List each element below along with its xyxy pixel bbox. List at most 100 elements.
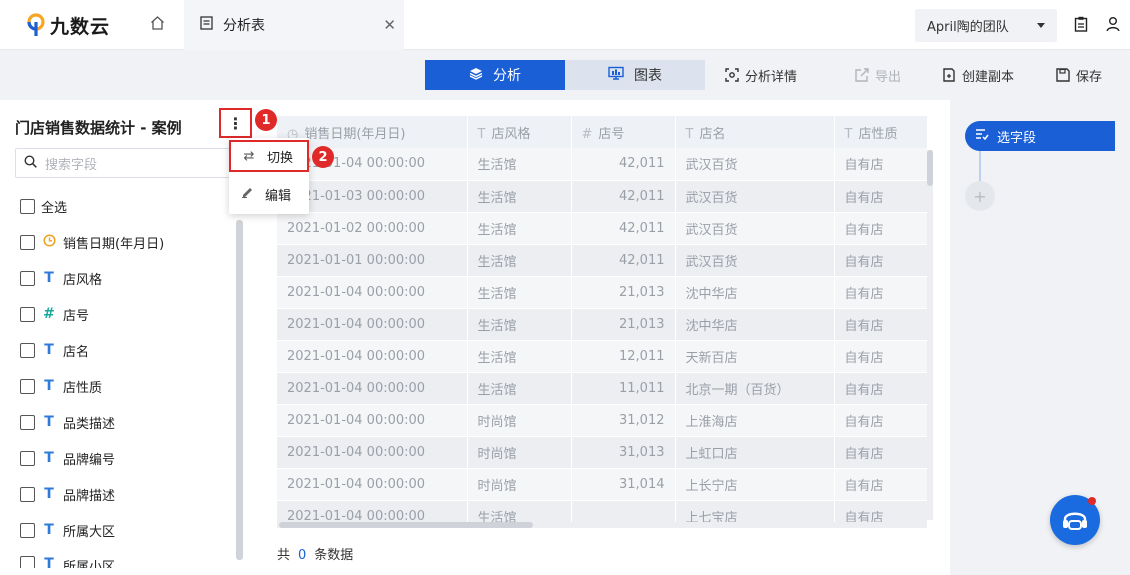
more-options-button[interactable]: ⋮	[219, 108, 252, 138]
table-cell: 天新百店	[675, 340, 835, 373]
field-label: 销售日期(年月日)	[63, 236, 165, 252]
tab-analysis-table[interactable]: 分析表 ✕	[184, 0, 404, 50]
checkbox[interactable]	[20, 522, 35, 538]
checkbox[interactable]	[20, 414, 35, 430]
save-button[interactable]: 保存	[1056, 60, 1102, 90]
table-cell: 自有店	[834, 276, 927, 309]
pencil-icon	[239, 186, 255, 202]
vertical-ellipsis-icon: ⋮	[227, 113, 244, 133]
toolbar: 分析 图表 分析详情 导出 创建副本 保存	[0, 50, 1130, 100]
field-item[interactable]: T 所属小区	[20, 548, 240, 568]
field-item[interactable]: T 品牌编号	[20, 440, 240, 476]
field-item[interactable]: T 所属大区	[20, 512, 240, 548]
home-icon	[150, 16, 165, 34]
table-cell: 沈中华店	[675, 308, 835, 341]
table-cell: 42,011	[571, 148, 676, 181]
table-cell: 31,014	[571, 468, 676, 501]
checkbox[interactable]	[20, 450, 35, 466]
table-cell: 2021-01-04 00:00:00	[277, 372, 468, 405]
table-vertical-scrollbar[interactable]	[927, 150, 933, 520]
document-icon	[200, 16, 213, 34]
text-type-icon: T	[44, 486, 54, 502]
menu-item-label: 切换	[267, 150, 294, 166]
column-header[interactable]: # 店号	[571, 116, 676, 148]
table-cell: 42,011	[571, 212, 676, 245]
clipboard-icon[interactable]	[1074, 16, 1090, 32]
field-item[interactable]: T 品类描述	[20, 404, 240, 440]
field-list-scrollbar[interactable]	[236, 220, 243, 560]
checkbox[interactable]	[20, 342, 35, 358]
table-horizontal-scrollbar[interactable]	[277, 522, 927, 528]
table-cell: 生活馆	[467, 148, 572, 181]
field-item[interactable]: # 店号	[20, 296, 240, 332]
column-header[interactable]: T 店名	[675, 116, 835, 148]
table-cell: 11,011	[571, 372, 676, 405]
export-label: 导出	[875, 69, 902, 85]
step-badge: 1	[255, 109, 277, 131]
checkbox[interactable]	[20, 556, 35, 568]
table-cell: 自有店	[834, 212, 927, 245]
step-select-field[interactable]: 选字段	[965, 121, 1115, 151]
search-placeholder: 搜索字段	[45, 157, 98, 173]
text-type-icon: T	[44, 522, 54, 538]
add-step-button[interactable]: +	[965, 181, 995, 211]
row-count: 共 0 条数据	[277, 544, 353, 563]
table-cell: 武汉百货	[675, 148, 835, 181]
top-bar: 九数云 分析表 ✕ April陶的团队	[0, 0, 1130, 50]
menu-item-edit[interactable]: 编辑	[229, 178, 309, 210]
table-cell: 生活馆	[467, 180, 572, 213]
dataset-title: 门店销售数据统计 - 案例	[15, 119, 182, 137]
table-cell: 时尚馆	[467, 468, 572, 501]
row-count-suffix: 条数据	[314, 548, 354, 563]
field-list-icon	[975, 128, 989, 144]
copy-icon	[943, 68, 955, 82]
table-cell: 31,012	[571, 404, 676, 437]
create-copy-button[interactable]: 创建副本	[942, 60, 1014, 90]
swap-icon: ⇄	[243, 148, 255, 164]
user-icon[interactable]	[1106, 16, 1122, 32]
checkbox[interactable]	[20, 306, 35, 322]
export-icon	[855, 68, 869, 82]
table-cell: 自有店	[834, 340, 927, 373]
analysis-detail-button[interactable]: 分析详情	[725, 60, 797, 90]
field-item[interactable]: T 店风格	[20, 260, 240, 296]
tab-chart[interactable]: 图表	[565, 60, 705, 90]
field-item[interactable]: T 店性质	[20, 368, 240, 404]
number-type-icon: #	[581, 126, 593, 142]
field-item[interactable]: T 店名	[20, 332, 240, 368]
field-label: 店性质	[63, 380, 103, 396]
column-header[interactable]: T 店性质	[834, 116, 927, 148]
checkbox[interactable]	[20, 198, 35, 214]
table-row: 2021-01-04 00:00:00 时尚馆 31,012 上淮海店 自有店	[277, 404, 927, 437]
more-options-menu: ⇄ 切换 编辑	[229, 138, 309, 214]
select-all-checkbox[interactable]: 全选	[20, 188, 240, 224]
home-tab[interactable]	[130, 0, 184, 50]
checkbox[interactable]	[20, 234, 35, 250]
text-type-icon: T	[44, 450, 54, 466]
scrollbar-thumb[interactable]	[279, 522, 533, 528]
field-search-input[interactable]: 搜索字段	[15, 148, 245, 178]
export-button[interactable]: 导出	[855, 60, 901, 90]
field-item[interactable]: T 品牌描述	[20, 476, 240, 512]
column-header-label: 店号	[598, 126, 625, 142]
table-cell: 自有店	[834, 308, 927, 341]
tab-analysis[interactable]: 分析	[425, 60, 565, 90]
tab-chart-label: 图表	[634, 68, 662, 84]
close-icon[interactable]: ✕	[383, 16, 396, 34]
checkbox[interactable]	[20, 270, 35, 286]
text-type-icon: T	[844, 126, 853, 142]
checkbox[interactable]	[20, 486, 35, 502]
search-icon	[24, 154, 37, 172]
table-cell: 2021-01-04 00:00:00	[277, 276, 468, 309]
scrollbar-thumb[interactable]	[927, 150, 933, 186]
app-logo[interactable]: 九数云	[26, 12, 110, 38]
column-header[interactable]: T 店风格	[467, 116, 572, 148]
field-item[interactable]: 销售日期(年月日)	[20, 224, 240, 260]
analysis-detail-label: 分析详情	[745, 69, 798, 85]
table-cell: 武汉百货	[675, 212, 835, 245]
checkbox[interactable]	[20, 378, 35, 394]
menu-item-switch[interactable]: ⇄ 切换	[229, 140, 309, 172]
team-selector[interactable]: April陶的团队	[915, 9, 1057, 42]
text-type-icon: T	[477, 126, 486, 142]
notification-dot	[1088, 497, 1096, 505]
